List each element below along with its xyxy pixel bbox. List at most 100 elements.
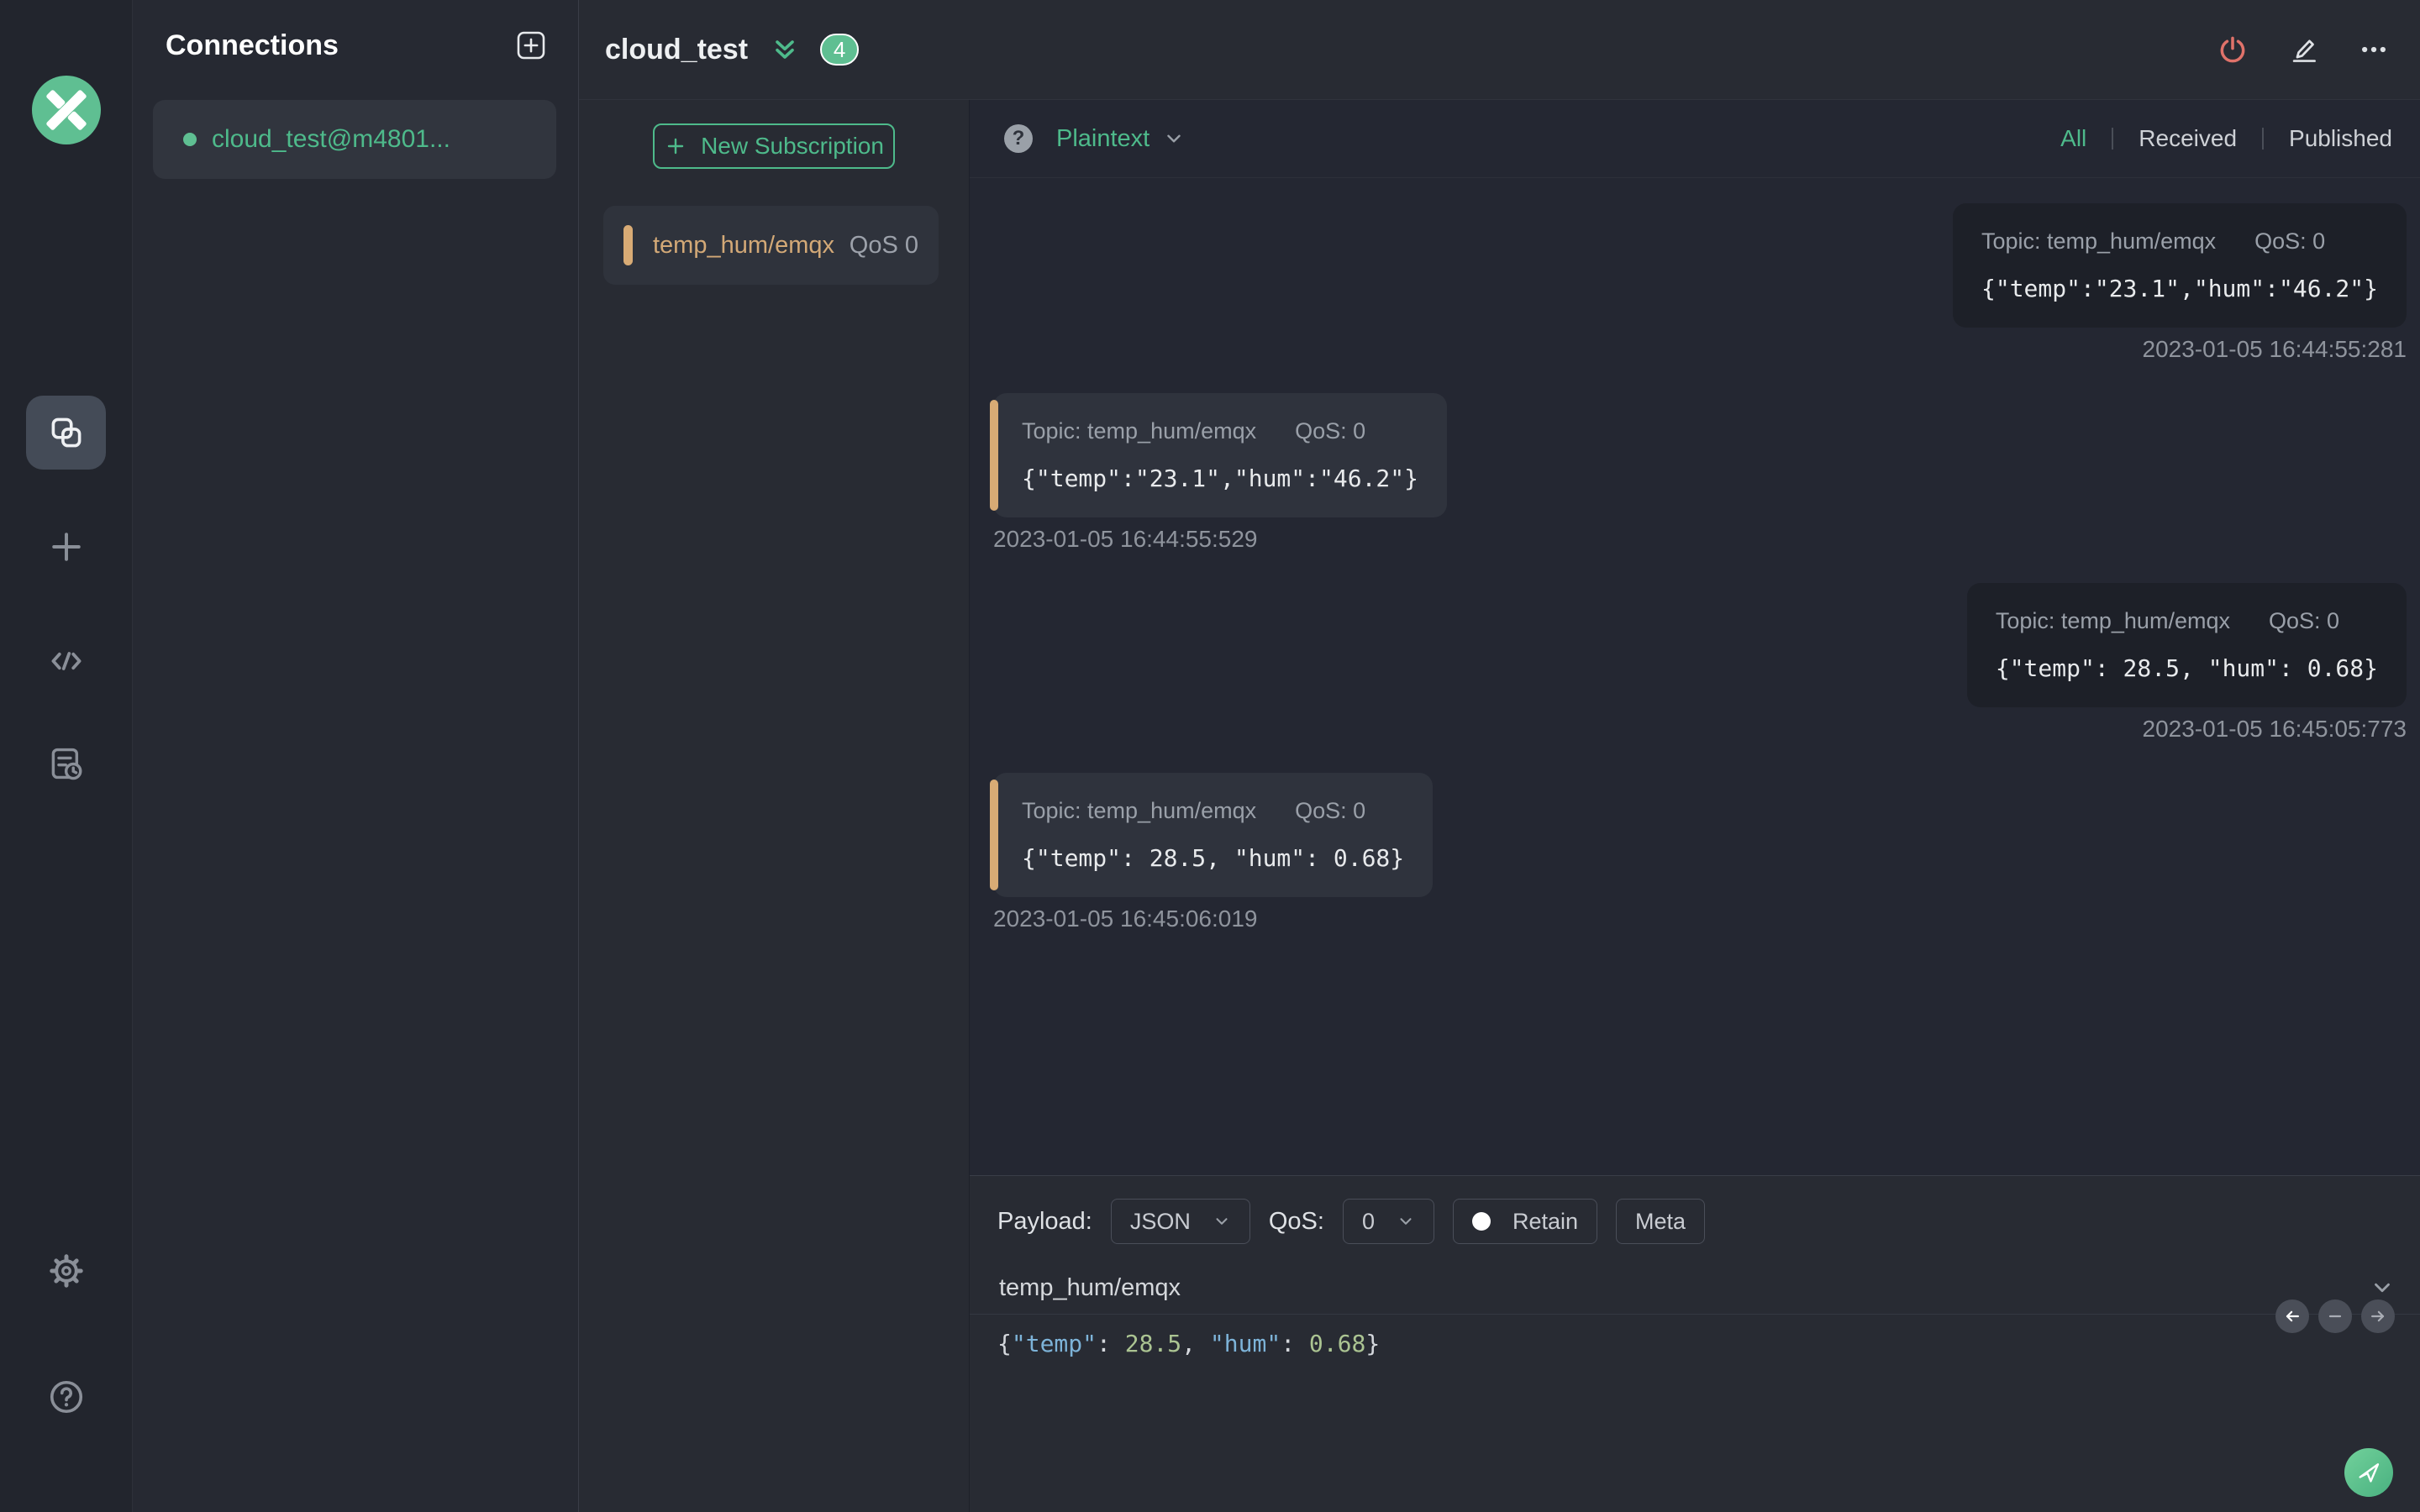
message-received: Topic: temp_hum/emqx QoS: 0 {"temp":"23.… [990,393,2407,553]
chevron-down-icon [1163,128,1185,150]
main-area: cloud_test 4 New Subscription temp_hum/e… [579,0,2420,1512]
message-bubble: Topic: temp_hum/emqx QoS: 0 {"temp":"23.… [990,393,1448,517]
sidebar-item-log[interactable] [47,744,86,783]
publish-panel: Payload: JSON QoS: 0 Retain Meta temp_hu… [970,1175,2420,1512]
subscription-qos: QoS 0 [849,231,918,259]
payload-token: : [1097,1330,1125,1357]
icon-sidebar [0,0,133,1512]
retain-state-dot [1472,1212,1491,1231]
disconnect-button[interactable] [2217,34,2249,66]
message-filters: All Received Published [2060,125,2392,152]
message-qos: QoS: 0 [1295,418,1366,444]
message-published: Topic: temp_hum/emqx QoS: 0 {"temp": 28.… [993,583,2407,743]
retain-toggle[interactable]: Retain [1453,1199,1598,1244]
connection-header-bar: cloud_test 4 [579,0,2420,100]
payload-format-value: Plaintext [1056,124,1150,152]
subscription-color-marker [623,225,633,265]
history-forward-button[interactable] [2361,1299,2395,1333]
message-topic: Topic: temp_hum/emqx [1981,228,2217,254]
chevron-down-icon [1213,1212,1231,1231]
payload-editor[interactable]: {"temp": 28.5, "hum": 0.68} [970,1315,2420,1357]
subscription-color-marker [990,780,998,890]
connection-list-item[interactable]: cloud_test@m4801... [153,100,556,179]
message-published: Topic: temp_hum/emqx QoS: 0 {"temp":"23.… [993,203,2407,363]
new-subscription-label: New Subscription [701,133,884,159]
subscription-color-marker [990,400,998,511]
payload-token: 0.68 [1308,1330,1366,1357]
collapse-connection-icon[interactable] [770,34,800,65]
filter-published[interactable]: Published [2289,125,2392,152]
payload-token: : [1281,1330,1309,1357]
sidebar-item-settings[interactable] [47,1252,86,1290]
message-timestamp: 2023-01-05 16:44:55:529 [993,526,1258,552]
qos-select[interactable]: 0 [1342,1199,1434,1244]
payload-label: Payload: [997,1207,1092,1235]
history-current-button[interactable] [2318,1299,2352,1333]
sidebar-item-connections[interactable] [26,396,106,470]
header-actions [2217,34,2390,66]
sidebar-item-script[interactable] [47,642,86,680]
sidebar-item-help[interactable] [47,1378,86,1416]
sidebar-item-new-connection[interactable] [47,528,86,566]
new-subscription-button[interactable]: New Subscription [653,123,895,169]
topic-input[interactable] [997,1273,2370,1303]
messages-panel: ? Plaintext All Received Published Topic… [970,100,2420,1512]
connections-header: Connections [133,0,578,62]
connections-panel: Connections cloud_test@m4801... [133,0,579,1512]
payload-token: } [1365,1330,1381,1357]
message-timestamp: 2023-01-05 16:45:06:019 [993,906,1258,932]
subscriptions-column: New Subscription temp_hum/emqx QoS 0 [579,100,970,1512]
message-payload: {"temp":"23.1","hum":"46.2"} [1981,275,2378,302]
message-timestamp: 2023-01-05 16:44:55:281 [2142,336,2407,362]
message-qos: QoS: 0 [1295,798,1366,823]
message-topic: Topic: temp_hum/emqx [1995,608,2230,633]
more-options-button[interactable] [2358,34,2390,66]
page-title: cloud_test [605,33,749,66]
code-icon [47,642,86,680]
publish-toolbar: Payload: JSON QoS: 0 Retain Meta [970,1176,2420,1252]
payload-format-select[interactable]: JSON [1110,1199,1250,1244]
message-received: Topic: temp_hum/emqx QoS: 0 {"temp": 28.… [990,773,2407,932]
payload-token: { [997,1330,1012,1357]
message-bubble: Topic: temp_hum/emqx QoS: 0 {"temp": 28.… [990,773,1434,897]
format-help-icon[interactable]: ? [1004,124,1033,153]
payload-history-nav [2275,1299,2395,1333]
message-timestamp: 2023-01-05 16:45:05:773 [2142,716,2407,742]
collapse-publish-icon[interactable] [2370,1275,2395,1300]
publish-topic-row [970,1262,2420,1315]
message-topic: Topic: temp_hum/emqx [1022,798,1257,823]
payload-format-selected: JSON [1129,1208,1191,1234]
log-icon [47,744,86,783]
filter-all[interactable]: All [2060,125,2086,152]
message-list: Topic: temp_hum/emqx QoS: 0 {"temp":"23.… [970,178,2420,1175]
qos-label: QoS: [1268,1207,1324,1235]
history-back-button[interactable] [2275,1299,2309,1333]
qos-selected: 0 [1361,1208,1375,1234]
payload-token: , [1181,1330,1210,1357]
payload-token: 28.5 [1124,1330,1182,1357]
connection-name: cloud_test@m4801... [212,125,450,153]
meta-label: Meta [1635,1208,1686,1234]
messages-toolbar: ? Plaintext All Received Published [970,100,2420,178]
payload-format-dropdown[interactable]: Plaintext [1056,125,1185,153]
connections-title: Connections [166,29,339,61]
payload-token: "temp" [1011,1330,1097,1357]
message-qos: QoS: 0 [2254,228,2326,254]
subscription-topic: temp_hum/emqx [653,231,834,259]
message-payload: {"temp": 28.5, "hum": 0.68} [1022,844,1405,872]
add-connection-button[interactable] [514,29,548,62]
meta-button[interactable]: Meta [1616,1199,1706,1244]
connections-icon [47,413,86,452]
message-topic: Topic: temp_hum/emqx [1022,418,1257,444]
filter-received[interactable]: Received [2139,125,2237,152]
connected-status-dot [183,133,197,146]
send-button[interactable] [2344,1448,2393,1497]
filter-divider [2112,128,2114,150]
message-payload: {"temp": 28.5, "hum": 0.68} [1995,654,2378,682]
message-qos: QoS: 0 [2268,608,2340,633]
payload-token: "hum" [1209,1330,1281,1357]
subscription-item[interactable]: temp_hum/emqx QoS 0 [603,206,939,285]
main-body: New Subscription temp_hum/emqx QoS 0 ? P… [579,100,2420,1512]
edit-connection-button[interactable] [2287,34,2319,66]
filter-divider [2262,128,2265,150]
